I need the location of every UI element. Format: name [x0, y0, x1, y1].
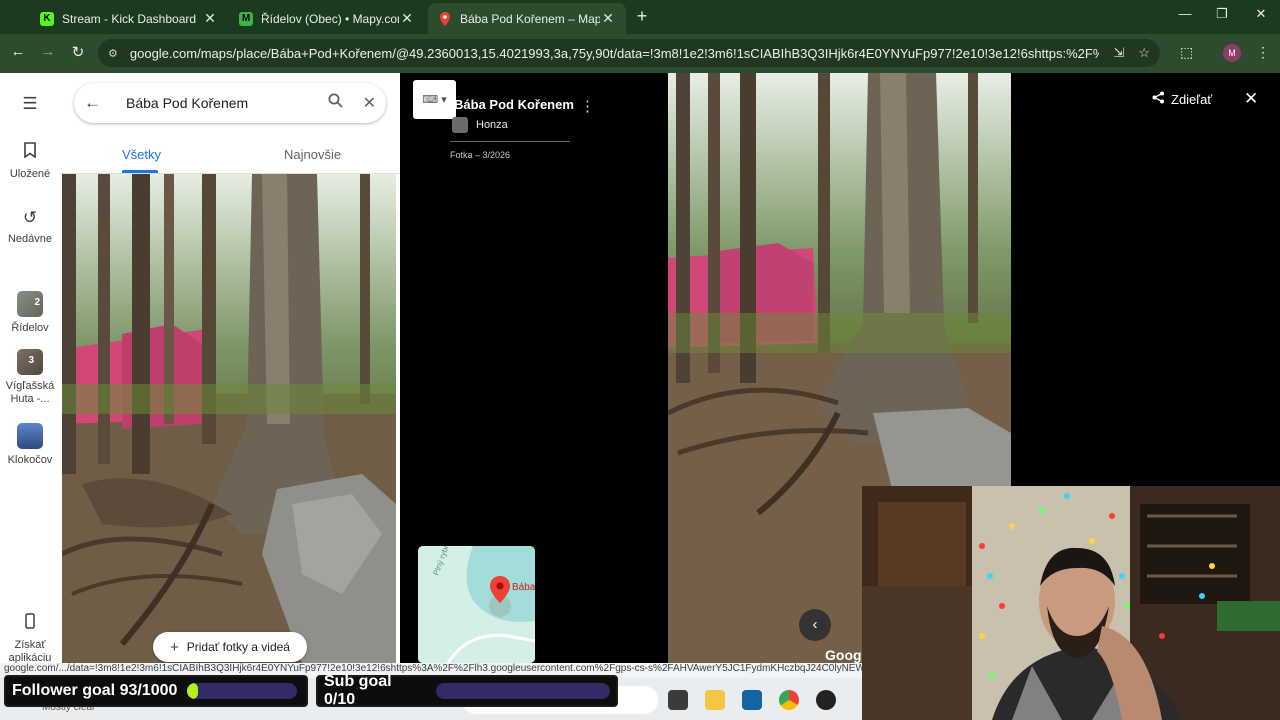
- follower-goal-widget: Follower goal 93/1000: [4, 675, 308, 707]
- forward-icon[interactable]: →: [38, 43, 58, 60]
- rail-item-ridelov[interactable]: 2 Řídelov: [0, 291, 60, 334]
- address-bar[interactable]: ⚙ google.com/maps/place/Bába+Pod+Kořenem…: [98, 39, 1160, 67]
- history-icon: ↺: [22, 208, 38, 227]
- rail-item-saved[interactable]: Uložené: [0, 142, 60, 180]
- count-badge: 2: [34, 297, 40, 308]
- clear-search-icon[interactable]: ✕: [363, 93, 376, 113]
- rail-item-recent[interactable]: ↺ Nedávne: [0, 208, 60, 245]
- tab-kick-dashboard[interactable]: K Stream - Kick Dashboard ✕: [30, 3, 228, 34]
- rail-item-viglasska-huta[interactable]: 3 Vígľašská Huta -...: [0, 349, 60, 406]
- add-photos-label: Pridať fotky a videá: [186, 640, 290, 654]
- browser-tab-strip: K Stream - Kick Dashboard ✕ M Řídelov (O…: [0, 0, 1280, 34]
- search-box[interactable]: ← Bába Pod Kořenem ✕: [74, 83, 386, 123]
- close-tab-icon[interactable]: ✕: [399, 10, 415, 27]
- tab-mapy[interactable]: M Řídelov (Obec) • Mapy.com ✕: [229, 3, 425, 34]
- more-options-icon[interactable]: ⋮: [580, 97, 595, 115]
- close-tab-icon[interactable]: ✕: [600, 10, 616, 27]
- bookmark-star-icon[interactable]: ☆: [1138, 45, 1150, 61]
- profile-avatar[interactable]: M: [1223, 44, 1241, 62]
- bookmark-icon: [0, 142, 60, 163]
- author-name: Honza: [476, 119, 508, 131]
- sub-goal-text: Sub goal 0/10: [324, 673, 392, 708]
- site-info-icon[interactable]: ⚙: [108, 47, 118, 60]
- kick-favicon-icon: K: [40, 11, 54, 26]
- search-input[interactable]: Bába Pod Kořenem: [108, 95, 308, 111]
- rail-item-label: Řídelov: [11, 322, 49, 334]
- follower-goal-fill: [187, 683, 198, 699]
- url-text: google.com/maps/place/Bába+Pod+Kořenem/@…: [129, 45, 1100, 61]
- phone-icon: [0, 613, 60, 634]
- photos-side-panel: ← Bába Pod Kořenem ✕ Všetky Najnovšie + …: [60, 73, 400, 663]
- rail-item-klokocov[interactable]: Klokočov: [0, 423, 60, 466]
- tab-newest[interactable]: Najnovšie: [284, 147, 341, 162]
- rail-item-get-app[interactable]: Získať aplikáciu: [0, 613, 60, 665]
- count-badge: 3: [28, 355, 34, 366]
- tab-all[interactable]: Všetky: [122, 147, 161, 162]
- previous-photo-button[interactable]: ‹: [799, 609, 831, 641]
- rail-item-label: Klokočov: [7, 454, 53, 466]
- back-icon[interactable]: ←: [8, 43, 28, 60]
- share-icon: [1152, 91, 1165, 107]
- tab-title: Řídelov (Obec) • Mapy.com: [261, 11, 399, 26]
- add-photos-button[interactable]: + Pridať fotky a videá: [153, 632, 307, 662]
- share-button[interactable]: Zdieľať: [1152, 91, 1212, 107]
- rail-item-label: Získať aplikáciu: [8, 639, 52, 664]
- author-avatar: [452, 117, 468, 133]
- plus-icon: +: [170, 638, 179, 656]
- keyboard-shortcuts-button[interactable]: ⌨ ▾: [413, 80, 456, 119]
- webcam-overlay: [862, 486, 1280, 720]
- mini-map[interactable]: Plný rybník Bába: [418, 546, 535, 663]
- window-close-icon[interactable]: ✕: [1246, 6, 1276, 22]
- reload-icon[interactable]: ↻: [68, 43, 88, 61]
- maps-left-rail: ☰ Uložené ↺ Nedávne 2 Řídelov 3 Vígľašsk…: [0, 73, 60, 665]
- extensions-icon[interactable]: ⬚: [1180, 44, 1193, 61]
- tab-title: Stream - Kick Dashboard: [62, 11, 197, 26]
- rail-item-label: Vígľašská Huta -...: [5, 380, 55, 405]
- photo-tabs: Všetky Najnovšie: [60, 135, 400, 173]
- store-icon[interactable]: [742, 690, 762, 710]
- mapy-favicon-icon: M: [239, 11, 253, 26]
- photo-thumbnail[interactable]: [62, 174, 396, 663]
- browser-menu-icon[interactable]: ⋮: [1256, 44, 1270, 61]
- browser-toolbar: ← → ↻ ⚙ google.com/maps/place/Bába+Pod+K…: [0, 34, 1280, 73]
- photo-place-title[interactable]: Bába Pod Kořenem: [454, 97, 574, 112]
- photo-author[interactable]: Honza: [452, 117, 508, 133]
- tab-google-maps[interactable]: Bába Pod Kořenem – Mapy Goo ✕: [428, 3, 626, 34]
- maps-pin-favicon-icon: [438, 11, 452, 26]
- hamburger-menu-icon[interactable]: ☰: [0, 94, 60, 119]
- new-tab-icon[interactable]: +: [632, 6, 652, 27]
- place-thumbnail: 3: [17, 349, 43, 375]
- search-icon[interactable]: [328, 93, 343, 113]
- photo-date: Fotka – 3/2026: [450, 150, 511, 160]
- rail-item-label: Uložené: [9, 168, 51, 180]
- close-tab-icon[interactable]: ✕: [202, 10, 218, 27]
- close-viewer-icon[interactable]: ✕: [1244, 89, 1258, 109]
- screen: K Stream - Kick Dashboard ✕ M Řídelov (O…: [0, 0, 1280, 720]
- divider: [450, 141, 570, 142]
- follower-goal-bar: [187, 683, 298, 699]
- sub-goal-widget: Sub goal 0/10: [316, 673, 618, 708]
- rail-item-label: Nedávne: [7, 233, 53, 245]
- obs-icon[interactable]: [816, 690, 836, 710]
- share-label: Zdieľať: [1171, 91, 1213, 107]
- restore-icon[interactable]: ❐: [1207, 6, 1237, 22]
- file-explorer-icon[interactable]: [705, 690, 725, 710]
- place-thumbnail: [17, 423, 43, 449]
- sub-goal-bar: [435, 683, 610, 699]
- map-pin-label: Bába: [512, 582, 535, 593]
- taskbar-app-icon[interactable]: [668, 690, 688, 710]
- minimize-icon[interactable]: —: [1170, 6, 1200, 21]
- install-app-icon[interactable]: ⇲: [1113, 45, 1124, 61]
- follower-goal-text: Follower goal 93/1000: [12, 682, 178, 699]
- place-thumbnail: 2: [17, 291, 43, 317]
- back-arrow-icon[interactable]: ←: [84, 93, 108, 113]
- chrome-icon[interactable]: [779, 690, 799, 710]
- tab-title: Bába Pod Kořenem – Mapy Goo: [460, 11, 600, 26]
